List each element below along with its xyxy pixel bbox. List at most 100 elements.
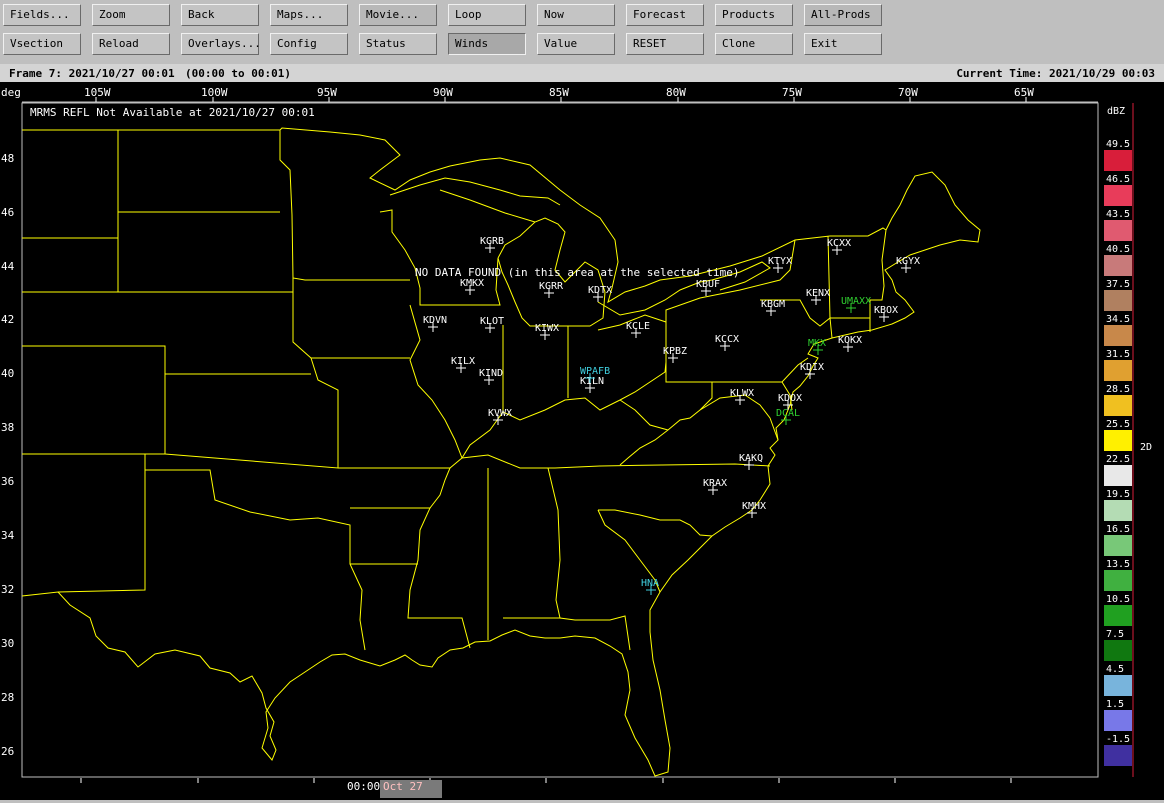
station-label: KMKX [460,278,484,289]
lon-label-75w: 75W [782,86,802,99]
button-reset[interactable]: RESET [626,33,704,55]
station-label: UMAXX [841,296,871,307]
station-label: KBOX [874,305,898,316]
legend-label: -1.5 [1106,734,1130,745]
button-status[interactable]: Status [359,33,437,55]
legend-swatch [1104,500,1132,521]
button-reload[interactable]: Reload [92,33,170,55]
legend-label: 22.5 [1106,454,1130,465]
legend-label: 19.5 [1106,489,1130,500]
station-label: KENX [806,288,830,299]
station-mkx: MKX [808,338,826,355]
station-kvwx: KVWX [488,408,512,425]
station-kmkx: KMKX [460,278,484,295]
timeline-bar[interactable] [0,778,1164,800]
station-kdvn: KDVN [423,315,447,332]
button-back[interactable]: Back [181,4,259,26]
station-label: KCLE [626,321,650,332]
timeline-date: Oct 27 [383,780,423,793]
button-movie[interactable]: Movie... [359,4,437,26]
station-label: KTYX [768,256,792,267]
lat-label-28: 28 [1,691,14,704]
map-frame [21,102,1099,778]
legend-swatch [1104,605,1132,626]
button-config[interactable]: Config [270,33,348,55]
button-overlays[interactable]: Overlays... [181,33,261,55]
lat-label-42: 42 [1,313,14,326]
legend-label: 49.5 [1106,139,1130,150]
legend-label: 34.5 [1106,314,1130,325]
station-label: KBUF [696,279,720,290]
station-kccx: KCCX [715,334,739,351]
button-fields[interactable]: Fields... [3,4,81,26]
lat-label-26: 26 [1,745,14,758]
mrms-unavailable-message: MRMS REFL Not Available at 2021/10/27 00… [30,106,315,119]
station-kind: KIND [479,368,503,385]
button-products[interactable]: Products [715,4,793,26]
lon-label-90w: 90W [433,86,453,99]
map-display[interactable]: 105W 100W 95W 90W 85W 80W 75W 70W 65W deg 48 46 44… [0,82,1164,801]
legend-label: 4.5 [1106,664,1124,675]
legend-swatch [1104,395,1132,416]
frame-range-label: (00:00 to 00:01) [185,67,291,80]
lat-label-48: 48 [1,152,14,165]
current-time-label: Current Time: 2021/10/29 00:03 [956,67,1155,80]
button-now[interactable]: Now [537,4,615,26]
station-label: KIND [479,368,503,379]
lat-label-46: 46 [1,206,14,219]
lon-label-80w: 80W [666,86,686,99]
timeline-time: 00:00 [347,780,380,793]
station-label: KDTX [588,285,612,296]
legend-label: 37.5 [1106,279,1130,290]
station-label: KDVN [423,315,447,326]
station-kiln: KILN [580,376,604,393]
button-maps[interactable]: Maps... [270,4,348,26]
station-label: KMHX [742,501,766,512]
status-bar: Frame 7: 2021/10/27 00:01 (00:00 to 00:0… [0,64,1164,82]
legend-label: 10.5 [1106,594,1130,605]
station-kbuf: KBUF [696,279,720,296]
station-kcle: KCLE [626,321,650,338]
station-kgrr: KGRR [539,281,564,298]
button-all-prods[interactable]: All-Prods [804,4,882,26]
button-value[interactable]: Value [537,33,615,55]
legend-label: 31.5 [1106,349,1130,360]
station-kgyx: KGYX [896,256,920,273]
no-data-message: NO DATA FOUND (in this area at the selec… [415,266,740,279]
station-kilx: KILX [451,356,475,373]
legend-swatch [1104,675,1132,696]
lon-ruler [0,82,1164,102]
button-winds[interactable]: Winds [448,33,526,55]
station-label: KPBZ [663,346,687,357]
button-forecast[interactable]: Forecast [626,4,704,26]
button-exit[interactable]: Exit [804,33,882,55]
lon-label-100w: 100W [201,86,228,99]
legend-label: 43.5 [1106,209,1130,220]
station-label: KDIX [800,362,824,373]
station-label: HNA [641,578,659,589]
legend-swatch [1104,535,1132,556]
station-kdix: KDIX [800,362,824,379]
station-kbox: KBOX [874,305,898,322]
station-label: KDOX [778,393,802,404]
station-krax: KRAX [703,478,727,495]
legend-label: 7.5 [1106,629,1124,640]
station-label: KCCX [715,334,739,345]
lat-label-34: 34 [1,529,15,542]
station-klot: KLOT [480,316,504,333]
legend-label: 40.5 [1106,244,1130,255]
station-label: KRAX [703,478,727,489]
station-kbgm: KBGM [761,299,785,316]
lon-label-85w: 85W [549,86,569,99]
frame-label: Frame 7: 2021/10/27 00:01 [9,67,175,80]
button-zoom[interactable]: Zoom [92,4,170,26]
station-label: KVWX [488,408,512,419]
legend-swatch [1104,360,1132,381]
dbz-color-legend: dBZ 2D 49.5 46.5 43.5 40.5 37.5 34.5 31.5 28.5 2… [1104,103,1152,801]
button-vsection[interactable]: Vsection [3,33,81,55]
button-loop[interactable]: Loop [448,4,526,26]
station-label: KILX [451,356,475,367]
station-kakq: KAKQ [739,453,763,470]
button-clone[interactable]: Clone [715,33,793,55]
legend-swatch [1104,430,1132,451]
